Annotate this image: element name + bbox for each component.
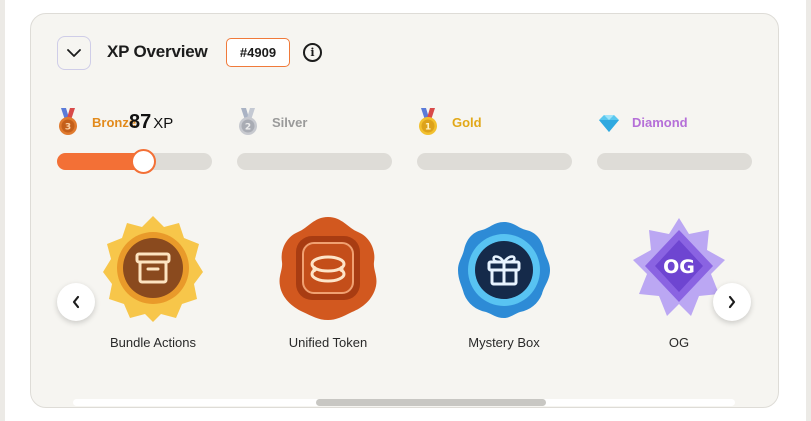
tier-label-silver: Silver [272, 115, 308, 130]
carousel-next-button[interactable] [713, 283, 751, 321]
og-badge-text: OG [663, 256, 695, 278]
svg-text:3: 3 [65, 123, 71, 133]
progress-track-gold [417, 153, 572, 170]
progress-track-bronze [57, 149, 212, 174]
gold-medal-icon: 1 [419, 108, 437, 135]
chevron-left-icon [72, 295, 80, 309]
badge-unified-token[interactable]: Unified Token [248, 214, 408, 354]
diamond-icon [599, 115, 619, 132]
page-title: XP Overview [107, 42, 208, 61]
carousel-prev-button[interactable] [57, 283, 95, 321]
xp-value: 87 XP [129, 111, 173, 134]
badge-mystery-box[interactable]: Mystery Box [424, 214, 584, 354]
chevron-right-icon [728, 295, 736, 309]
xp-overview-card: XP Overview #4909 i 3 Bronze 87 XP 2 Silv… [30, 13, 779, 408]
archive-box-icon [103, 216, 203, 322]
progress-knob[interactable] [131, 149, 156, 174]
tier-label-diamond: Diamond [632, 115, 688, 130]
scrollbar-thumb[interactable] [316, 399, 546, 406]
progress-track-silver [237, 153, 392, 170]
silver-medal-icon: 2 [239, 108, 257, 135]
badge-label: Bundle Actions [109, 335, 196, 350]
bronze-medal-icon: 3 [59, 108, 77, 135]
badge-label: Mystery Box [468, 335, 540, 350]
page-edge-left [0, 0, 5, 421]
badge-label: Unified Token [288, 335, 368, 350]
badge-bundle-actions[interactable]: Bundle Actions [73, 214, 233, 354]
id-badge: #4909 [226, 38, 290, 67]
badge-label: OG [668, 335, 690, 350]
svg-text:2: 2 [245, 123, 251, 133]
tier-label-gold: Gold [452, 115, 482, 130]
xp-unit: XP [153, 115, 174, 132]
info-icon[interactable]: i [303, 43, 322, 62]
collapse-button[interactable] [57, 36, 91, 70]
chevron-down-icon [67, 48, 81, 57]
xp-number: 87 [129, 111, 152, 133]
gift-icon [458, 222, 550, 318]
svg-text:1: 1 [425, 123, 431, 133]
coins-icon [279, 217, 377, 320]
page-edge-right [806, 0, 811, 421]
progress-track-diamond [597, 153, 752, 170]
carousel-scrollbar[interactable] [73, 399, 735, 406]
